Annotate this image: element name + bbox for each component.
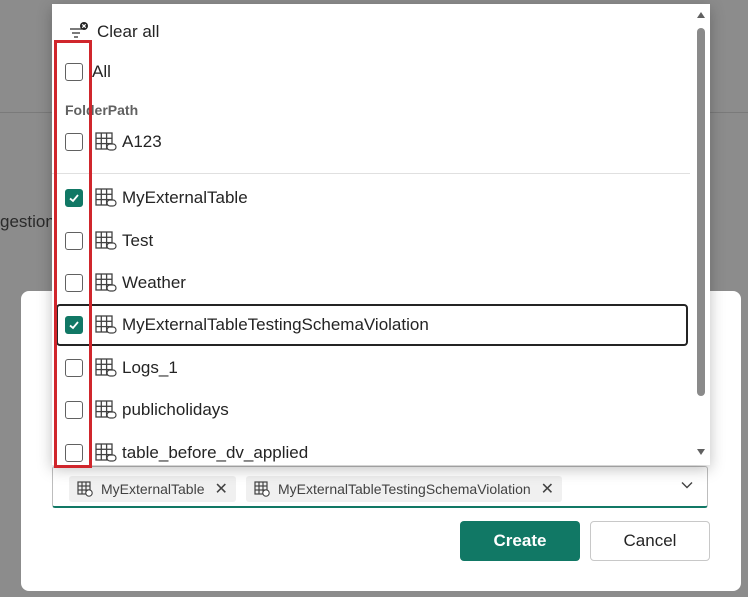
clear-filter-icon (70, 22, 88, 38)
chip-label: MyExternalTableTestingSchemaViolation (278, 481, 531, 497)
remove-chip-icon[interactable]: ✕ (541, 479, 554, 499)
option-item[interactable]: MyExternalTable (52, 178, 690, 218)
table-icon (95, 358, 117, 377)
option-label: All (92, 62, 111, 81)
table-icon (95, 231, 117, 250)
table-multiselect[interactable]: MyExternalTable ✕ MyExternalTableTesting… (52, 466, 708, 508)
table-icon (95, 132, 117, 151)
option-item[interactable]: A123 (52, 122, 690, 162)
table-icon (77, 481, 93, 497)
table-icon (95, 443, 117, 462)
option-all[interactable]: All (52, 52, 690, 92)
scroll-down-arrow-icon[interactable] (696, 447, 706, 457)
clear-all-label: Clear all (97, 22, 160, 41)
background-partial-text: gestion, (0, 212, 60, 231)
option-label: Weather (122, 273, 186, 292)
option-label: A123 (122, 132, 162, 151)
option-item[interactable]: Weather (52, 263, 690, 303)
option-label: publicholidays (122, 400, 229, 419)
table-icon (95, 400, 117, 419)
create-button[interactable]: Create (460, 521, 580, 561)
divider (52, 173, 690, 174)
table-icon (95, 188, 117, 207)
selected-chip[interactable]: MyExternalTableTestingSchemaViolation ✕ (246, 476, 563, 502)
option-item[interactable]: table_before_dv_applied (52, 433, 690, 465)
dropdown-list: Clear all All FolderPath A123 MyExternal… (52, 4, 710, 465)
cancel-button[interactable]: Cancel (590, 521, 710, 561)
option-label: table_before_dv_applied (122, 443, 309, 462)
option-item[interactable]: Test (52, 221, 690, 261)
option-label: MyExternalTable (122, 188, 248, 207)
table-icon (95, 315, 117, 334)
option-label: MyExternalTableTestingSchemaViolation (122, 315, 429, 334)
option-item[interactable]: publicholidays (52, 390, 690, 430)
table-icon (95, 273, 117, 292)
chevron-down-icon[interactable] (681, 479, 693, 491)
scrollbar-thumb[interactable] (697, 28, 705, 396)
table-icon (254, 481, 270, 497)
option-item[interactable]: Logs_1 (52, 348, 690, 388)
selected-chip[interactable]: MyExternalTable ✕ (69, 476, 236, 502)
option-item[interactable]: MyExternalTableTestingSchemaViolation (52, 305, 690, 345)
scroll-up-arrow-icon[interactable] (696, 10, 706, 20)
chip-label: MyExternalTable (101, 481, 205, 497)
remove-chip-icon[interactable]: ✕ (215, 479, 228, 499)
option-label: Logs_1 (122, 358, 178, 377)
checkbox-column-highlight (54, 40, 92, 468)
option-label: Test (122, 231, 154, 250)
